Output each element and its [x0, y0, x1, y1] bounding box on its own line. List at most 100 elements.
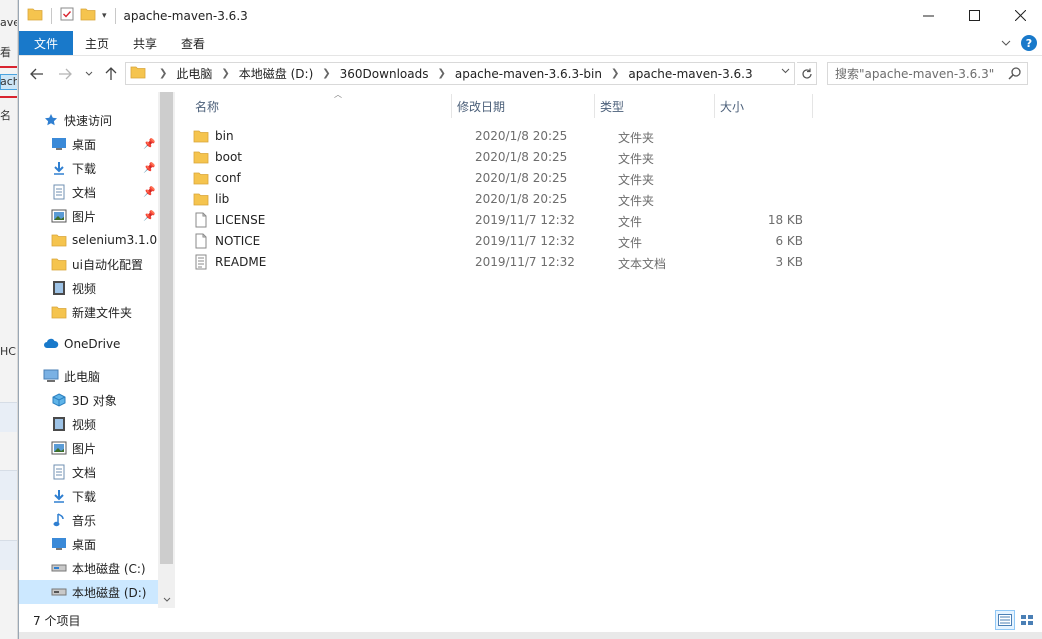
chevron-right-icon[interactable]: ❯	[430, 68, 452, 79]
scroll-down-icon[interactable]	[158, 591, 175, 608]
nav-item-drive-d[interactable]: 本地磁盘 (D:)	[19, 580, 158, 604]
folder-icon	[193, 151, 209, 164]
nav-item-desktop[interactable]: 桌面	[51, 132, 175, 156]
column-divider[interactable]	[714, 94, 715, 118]
tab-file[interactable]: 文件	[19, 31, 74, 55]
folder-icon	[193, 130, 209, 143]
item-count: 7 个项目	[33, 613, 81, 628]
refresh-button[interactable]	[797, 62, 817, 85]
nav-quick-access[interactable]: 快速访问	[43, 108, 175, 132]
nav-item-pc-videos[interactable]: 视频	[51, 412, 175, 436]
nav-label: 桌面	[72, 137, 97, 152]
scrollbar-thumb[interactable]	[160, 92, 173, 564]
table-row[interactable]: NOTICE 2019/11/7 12:32 文件 6 KB	[193, 231, 813, 252]
table-row[interactable]: README 2019/11/7 12:32 文本文档 3 KB	[193, 252, 813, 273]
minimize-button[interactable]	[905, 0, 951, 31]
close-button[interactable]	[997, 0, 1042, 31]
column-header-size[interactable]: 大小	[720, 96, 744, 116]
file-icon	[195, 233, 207, 249]
column-divider[interactable]	[451, 94, 452, 118]
table-row[interactable]: bin 2020/1/8 20:25 文件夹	[193, 126, 813, 147]
breadcrumb-drive-d[interactable]: 本地磁盘 (D:)	[237, 65, 315, 82]
nav-item-documents[interactable]: 文档	[51, 180, 175, 204]
nav-item-ui-config[interactable]: ui自动化配置	[51, 252, 175, 276]
search-icon[interactable]	[1008, 66, 1022, 83]
up-button[interactable]	[101, 64, 121, 84]
pin-icon[interactable]: 📌	[143, 211, 155, 222]
nav-item-pc-downloads[interactable]: 下载	[51, 484, 175, 508]
nav-item-downloads[interactable]: 下载	[51, 156, 175, 180]
background-text: HC	[0, 345, 16, 358]
breadcrumb-this-pc[interactable]: 此电脑	[174, 65, 214, 82]
forward-button[interactable]	[55, 64, 75, 84]
desktop-icon	[51, 136, 67, 152]
explorer-window: ▾ apache-maven-3.6.3 文件 主页 共享 查看 ? ❯ 此电脑…	[18, 0, 1042, 639]
download-icon	[51, 160, 67, 176]
tab-home[interactable]: 主页	[73, 31, 121, 55]
table-row[interactable]: LICENSE 2019/11/7 12:32 文件 18 KB	[193, 210, 813, 231]
nav-this-pc[interactable]: 此电脑	[43, 364, 175, 388]
nav-item-drive-c[interactable]: 本地磁盘 (C:)	[51, 556, 175, 580]
chevron-right-icon[interactable]: ❯	[315, 68, 337, 79]
customize-toolbar-icon[interactable]: ▾	[102, 11, 107, 21]
column-divider[interactable]	[812, 94, 813, 118]
background-band	[0, 402, 17, 432]
breadcrumb-maven[interactable]: apache-maven-3.6.3	[626, 67, 754, 81]
help-icon[interactable]: ?	[1021, 35, 1037, 51]
address-bar[interactable]: ❯ 此电脑 ❯ 本地磁盘 (D:) ❯ 360Downloads ❯ apach…	[125, 62, 795, 85]
breadcrumb-360downloads[interactable]: 360Downloads	[338, 67, 431, 81]
nav-item-videos[interactable]: 视频	[51, 276, 175, 300]
table-row[interactable]: boot 2020/1/8 20:25 文件夹	[193, 147, 813, 168]
chevron-right-icon[interactable]: ❯	[152, 68, 174, 79]
nav-item-pc-music[interactable]: 音乐	[51, 508, 175, 532]
breadcrumb-maven-bin[interactable]: apache-maven-3.6.3-bin	[453, 67, 604, 81]
maximize-button[interactable]	[951, 0, 997, 31]
nav-item-pictures[interactable]: 图片	[51, 204, 175, 228]
nav-label: 本地磁盘 (C:)	[72, 561, 146, 576]
nav-item-3d-objects[interactable]: 3D 对象	[51, 388, 175, 412]
cloud-icon	[43, 336, 59, 352]
status-bar: 7 个项目	[19, 608, 1042, 632]
tab-view[interactable]: 查看	[169, 31, 217, 55]
nav-scrollbar[interactable]	[158, 92, 175, 608]
file-type: 文件夹	[618, 131, 655, 145]
nav-item-pc-desktop[interactable]: 桌面	[51, 532, 175, 556]
search-input[interactable]: 搜索"apache-maven-3.6.3"	[827, 62, 1028, 85]
pin-icon[interactable]: 📌	[143, 139, 155, 150]
properties-icon[interactable]	[60, 7, 74, 24]
tab-share[interactable]: 共享	[121, 31, 169, 55]
column-header-name[interactable]: 名称	[195, 96, 219, 116]
nav-onedrive[interactable]: OneDrive	[43, 332, 175, 356]
background-band	[0, 540, 17, 570]
chevron-right-icon[interactable]: ❯	[604, 68, 626, 79]
text-file-icon	[195, 254, 207, 270]
recent-locations-button[interactable]	[79, 64, 99, 84]
column-divider[interactable]	[594, 94, 595, 118]
nav-item-pc-documents[interactable]: 文档	[51, 460, 175, 484]
expand-ribbon-icon[interactable]	[1001, 36, 1011, 50]
folder-icon[interactable]	[27, 7, 43, 24]
chevron-right-icon[interactable]: ❯	[214, 68, 236, 79]
window-title: apache-maven-3.6.3	[123, 8, 248, 23]
toolbar-separator	[114, 7, 116, 24]
pin-icon[interactable]: 📌	[143, 187, 155, 198]
nav-item-selenium[interactable]: selenium3.1.0	[51, 228, 175, 252]
column-header-type[interactable]: 类型	[600, 96, 624, 116]
file-type: 文件	[618, 236, 643, 250]
folder-icon	[51, 256, 67, 272]
chevron-down-icon[interactable]	[781, 66, 790, 77]
table-row[interactable]: conf 2020/1/8 20:25 文件夹	[193, 168, 813, 189]
column-header-date[interactable]: 修改日期	[457, 96, 505, 116]
nav-item-new-folder[interactable]: 新建文件夹	[51, 300, 175, 324]
table-row[interactable]: lib 2020/1/8 20:25 文件夹	[193, 189, 813, 210]
nav-label: 下载	[72, 161, 97, 176]
new-folder-icon[interactable]	[80, 7, 96, 24]
details-view-button[interactable]	[995, 610, 1015, 630]
file-date: 2020/1/8 20:25	[475, 150, 568, 164]
back-button[interactable]	[27, 64, 47, 84]
large-icons-view-button[interactable]	[1017, 610, 1037, 630]
video-icon	[51, 416, 67, 432]
pin-icon[interactable]: 📌	[143, 163, 155, 174]
address-row: ❯ 此电脑 ❯ 本地磁盘 (D:) ❯ 360Downloads ❯ apach…	[19, 56, 1042, 92]
nav-item-pc-pictures[interactable]: 图片	[51, 436, 175, 460]
